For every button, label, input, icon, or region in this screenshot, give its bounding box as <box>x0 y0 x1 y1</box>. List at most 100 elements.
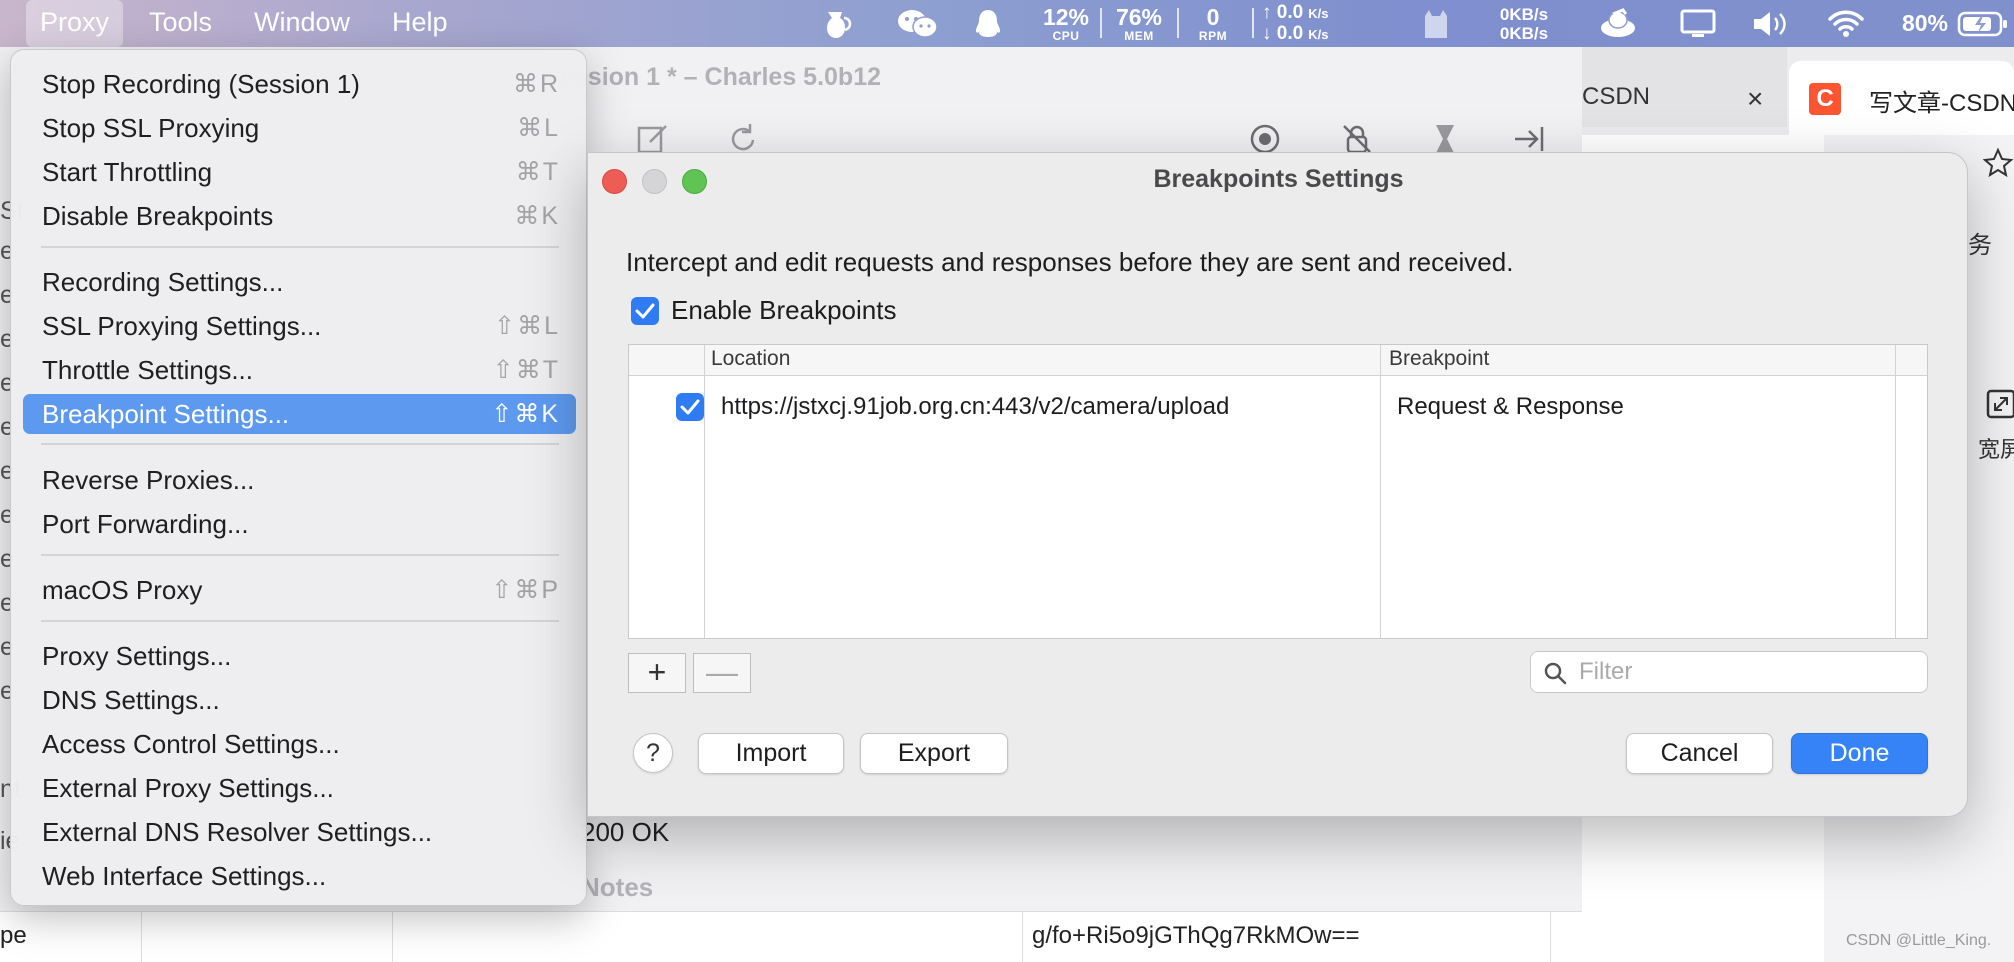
menu-item-label: External DNS Resolver Settings... <box>42 817 433 847</box>
menu-item-port-forwarding[interactable]: Port Forwarding... <box>23 504 576 544</box>
menu-separator <box>41 443 559 445</box>
done-button[interactable]: Done <box>1791 733 1928 774</box>
menu-item-label: Reverse Proxies... <box>42 465 255 495</box>
cpu-label: CPU <box>1052 28 1080 43</box>
cat-icon[interactable] <box>1418 0 1454 47</box>
menu-item-stop-ssl-proxying[interactable]: Stop SSL Proxying ⌘L <box>23 108 576 148</box>
dialog-description: Intercept and edit requests and response… <box>626 247 1514 277</box>
cpu-stat[interactable]: 12% CPU <box>1042 0 1090 47</box>
column-divider <box>1022 912 1023 962</box>
expand-icon[interactable] <box>1986 389 2014 424</box>
wifi-icon[interactable] <box>1826 0 1866 47</box>
menu-item-label: Recording Settings... <box>42 267 284 297</box>
net-up-value: 0.0 <box>1276 1 1304 23</box>
row-location: https://jstxcj.91job.org.cn:443/v2/camer… <box>721 393 1230 420</box>
browser-tab-active[interactable]: C 写文章-CSDN <box>1789 61 2014 135</box>
battery-icon[interactable] <box>1956 0 2010 47</box>
column-divider <box>1550 912 1551 962</box>
menu-item-label: Start Throttling <box>42 157 213 187</box>
task-text: 务 <box>1968 232 1992 259</box>
menu-item-breakpoint-settings[interactable]: Breakpoint Settings... ⇧⌘K <box>23 394 576 434</box>
import-button[interactable]: Import <box>698 733 844 774</box>
menu-tools[interactable]: Tools <box>135 0 226 47</box>
row-breakpoint-type: Request & Response <box>1397 393 1624 420</box>
column-divider <box>1380 345 1381 638</box>
menu-item-macos-proxy[interactable]: macOS Proxy ⇧⌘P <box>23 570 576 610</box>
help-button[interactable]: ? <box>633 733 673 773</box>
filter-input[interactable] <box>1579 656 1909 688</box>
display-icon[interactable] <box>1679 0 1717 47</box>
menu-item-reverse-proxies[interactable]: Reverse Proxies... <box>23 460 576 500</box>
divider <box>1252 8 1254 38</box>
volume-icon[interactable] <box>1750 0 1792 47</box>
breakpoints-settings-dialog: Breakpoints Settings Intercept and edit … <box>587 152 1968 817</box>
cpu-value: 12% <box>1042 3 1090 30</box>
kb-stat[interactable]: 0KB/s 0KB/s <box>1490 0 1558 47</box>
menu-item-disable-breakpoints[interactable]: Disable Breakpoints ⌘K <box>23 196 576 236</box>
net-upload: ↑ 0.0 K/s <box>1262 1 1329 24</box>
charles-window-title: ession 1 * – Charles 5.0b12 <box>560 63 882 91</box>
filter-field[interactable] <box>1530 651 1928 693</box>
wechat-icon[interactable] <box>896 0 940 47</box>
jug-icon[interactable] <box>820 0 854 47</box>
net-up-unit: K/s <box>1308 5 1329 21</box>
menu-item-label: SSL Proxying Settings... <box>42 311 322 341</box>
browser-tab[interactable]: CSDN × <box>1582 47 1787 127</box>
enable-breakpoints-checkbox[interactable] <box>631 297 659 325</box>
menu-item-label: Throttle Settings... <box>42 355 253 385</box>
menu-separator <box>41 620 559 622</box>
close-icon[interactable]: × <box>1747 83 1763 115</box>
column-header-location[interactable]: Location <box>711 347 790 371</box>
mem-stat[interactable]: 76% MEM <box>1112 0 1166 47</box>
export-button[interactable]: Export <box>860 733 1008 774</box>
cancel-button[interactable]: Cancel <box>1626 733 1773 774</box>
notes-tab[interactable]: Notes <box>581 872 653 903</box>
hat-icon[interactable] <box>1598 0 1638 47</box>
mem-value: 76% <box>1115 3 1163 30</box>
divider <box>1100 8 1102 38</box>
menu-proxy[interactable]: Proxy <box>26 0 124 47</box>
rpm-stat[interactable]: 0 RPM <box>1190 0 1236 47</box>
net-down-unit: K/s <box>1308 26 1329 42</box>
menu-window[interactable]: Window <box>240 0 364 47</box>
battery-percent[interactable]: 80% <box>1900 0 1950 47</box>
qq-penguin-icon[interactable] <box>972 0 1004 47</box>
enable-breakpoints-label[interactable]: Enable Breakpoints <box>671 295 896 326</box>
menu-item-ssl-proxying-settings[interactable]: SSL Proxying Settings... ⇧⌘L <box>23 306 576 346</box>
menu-item-label: Proxy Settings... <box>42 641 232 671</box>
breakpoints-table: Location Breakpoint https://jstxcj.91job… <box>628 344 1928 639</box>
menu-item-web-interface-settings[interactable]: Web Interface Settings... <box>23 856 576 896</box>
network-stat[interactable]: ↑ 0.0 K/s ↓ 0.0 K/s <box>1262 0 1352 47</box>
csdn-logo-icon: C <box>1809 83 1841 115</box>
row-enabled-checkbox[interactable] <box>676 393 704 421</box>
remove-breakpoint-button[interactable]: — <box>693 653 751 693</box>
cell-hash-value: g/fo+Ri5o9jGThQg7RkMOw== <box>1032 922 1360 949</box>
menu-item-access-control-settings[interactable]: Access Control Settings... <box>23 724 576 764</box>
column-header-breakpoint[interactable]: Breakpoint <box>1389 347 1489 371</box>
star-icon[interactable] <box>1982 147 2014 184</box>
menu-help[interactable]: Help <box>378 0 462 47</box>
menu-bar: Proxy Tools Window Help 12% CPU 76% MEM … <box>0 0 2014 47</box>
menu-item-external-dns-resolver-settings[interactable]: External DNS Resolver Settings... <box>23 812 576 852</box>
menu-item-label: Breakpoint Settings... <box>42 399 290 429</box>
menu-item-stop-recording[interactable]: Stop Recording (Session 1) ⌘R <box>23 64 576 104</box>
menu-item-shortcut: ⌘L <box>517 114 560 142</box>
widescreen-label[interactable]: 宽屏 <box>1978 432 2014 464</box>
menu-item-proxy-settings[interactable]: Proxy Settings... <box>23 636 576 676</box>
menu-item-shortcut: ⇧⌘K <box>491 400 560 428</box>
menu-item-label: macOS Proxy <box>42 575 203 605</box>
menu-item-start-throttling[interactable]: Start Throttling ⌘T <box>23 152 576 192</box>
add-breakpoint-button[interactable]: + <box>628 653 686 693</box>
dialog-title: Breakpoints Settings <box>1153 165 1404 193</box>
menu-item-external-proxy-settings[interactable]: External Proxy Settings... <box>23 768 576 808</box>
menu-item-throttle-settings[interactable]: Throttle Settings... ⇧⌘T <box>23 350 576 390</box>
menu-item-label: External Proxy Settings... <box>42 773 334 803</box>
menu-item-dns-settings[interactable]: DNS Settings... <box>23 680 576 720</box>
tab-label: CSDN <box>1582 83 1651 110</box>
table-header: Location Breakpoint <box>629 345 1927 376</box>
proxy-dropdown-menu: Stop Recording (Session 1) ⌘R Stop SSL Pr… <box>10 49 587 906</box>
menu-item-recording-settings[interactable]: Recording Settings... <box>23 262 576 302</box>
search-icon <box>1544 662 1567 685</box>
checkmark-icon <box>635 303 655 319</box>
cell-text: pe <box>0 922 27 949</box>
